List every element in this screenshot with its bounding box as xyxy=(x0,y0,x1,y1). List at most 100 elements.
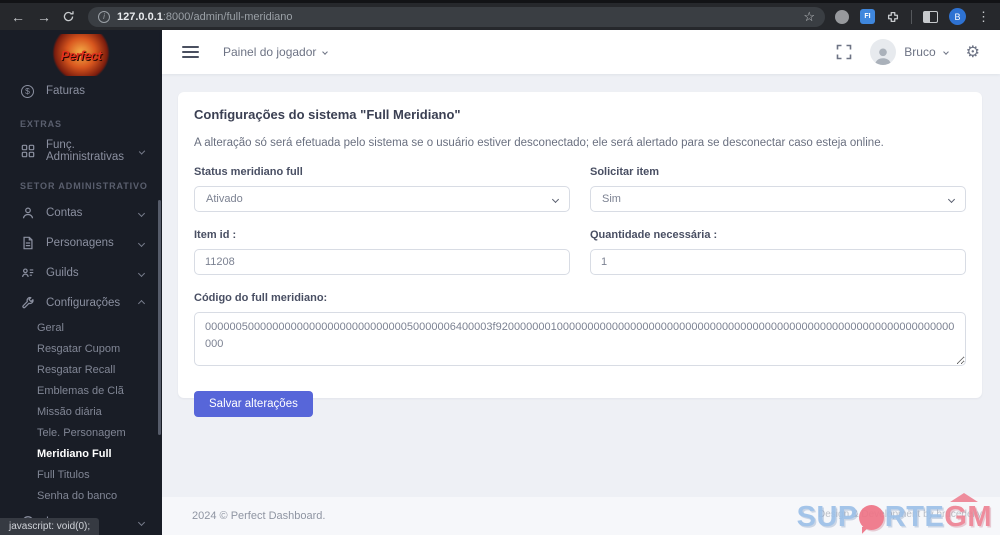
logo-text: Perfect xyxy=(60,47,102,63)
chevron-down-icon xyxy=(137,209,146,217)
item-id-input[interactable] xyxy=(194,249,570,275)
card-title: Configurações do sistema "Full Meridiano… xyxy=(194,107,461,122)
status-label: Status meridiano full xyxy=(194,166,303,178)
chevron-down-icon xyxy=(137,518,146,526)
user-menu[interactable]: Bruco xyxy=(870,39,949,65)
perfect-world-logo: Perfect xyxy=(50,34,112,76)
status-select[interactable]: Ativado xyxy=(194,186,570,212)
solicitar-selected-value: Sim xyxy=(602,193,621,205)
chevron-up-icon xyxy=(137,299,146,307)
sidebar-section-extras: EXTRAS xyxy=(20,119,62,129)
document-icon xyxy=(20,236,35,251)
url-path: :8000/admin/full-meridiano xyxy=(162,10,293,23)
sidebar-item-label: Configurações xyxy=(46,297,121,309)
browser-profile-avatar[interactable]: B xyxy=(949,8,966,25)
watermark-gm-text: GM xyxy=(944,501,992,533)
card-description: A alteração só será efetuada pelo sistem… xyxy=(194,137,884,149)
copyright-text: 2024 © Perfect Dashboard. xyxy=(192,510,326,522)
sidebar-scrollbar[interactable] xyxy=(158,200,161,435)
username-label: Bruco xyxy=(904,45,936,59)
codigo-textarea[interactable]: 0000005000000000000000000000000005000000… xyxy=(194,312,966,366)
sidebar-item-label: Funç. Administrativas xyxy=(46,139,124,163)
item-id-label: Item id : xyxy=(194,229,237,241)
wrench-icon xyxy=(20,296,35,311)
sidebar: Perfect Faturas EXTRAS Funç. Administrat… xyxy=(0,30,162,535)
quantidade-field-group: Quantidade necessária : xyxy=(590,229,966,292)
sidebar-item-configuracoes[interactable]: Configurações xyxy=(0,288,162,318)
browser-status-tooltip: javascript: void(0); xyxy=(0,518,100,535)
sidebar-item-label: Contas xyxy=(46,207,83,219)
toolbar-separator xyxy=(911,9,912,24)
sidebar-item-faturas[interactable]: Faturas xyxy=(0,78,162,104)
full-meridiano-settings-card: Configurações do sistema "Full Meridiano… xyxy=(178,92,982,417)
status-field-group: Status meridiano full Ativado xyxy=(194,166,570,229)
sidebar-item-label: Faturas xyxy=(46,85,85,97)
grid-icon xyxy=(20,144,35,159)
status-selected-value: Ativado xyxy=(206,193,243,205)
menu-toggle-button[interactable] xyxy=(182,46,199,58)
extension-fi-icon[interactable]: FI xyxy=(860,9,875,24)
sidebar-item-label: Personagens xyxy=(46,237,114,249)
quantidade-input[interactable] xyxy=(590,249,966,275)
sidebar-subitem-senha-do-banco[interactable]: Senha do banco xyxy=(0,486,162,507)
sidebar-item-personagens[interactable]: Personagens xyxy=(0,228,162,258)
sidebar-item-func-administrativas[interactable]: Funç. Administrativas xyxy=(0,136,162,166)
browser-reload-button[interactable] xyxy=(62,10,78,23)
sidebar-subitem-geral[interactable]: Geral xyxy=(0,318,162,339)
watermark-gm: GM xyxy=(944,493,992,534)
sidebar-subitem-resgatar-cupom[interactable]: Resgatar Cupom xyxy=(0,339,162,360)
address-bar[interactable]: 127.0.0.1:8000/admin/full-meridiano xyxy=(88,6,825,27)
solicitar-label: Solicitar item xyxy=(590,166,660,178)
side-panel-icon[interactable] xyxy=(923,10,938,23)
settings-gear-icon[interactable] xyxy=(966,42,980,62)
solicitar-select[interactable]: Sim xyxy=(590,186,966,212)
sidebar-subitem-missao-diaria[interactable]: Missão diária xyxy=(0,402,162,423)
sidebar-item-contas[interactable]: Contas xyxy=(0,198,162,228)
watermark-rte: RTE xyxy=(884,501,945,533)
painel-do-jogador-dropdown[interactable]: Painel do jogador xyxy=(223,45,329,59)
chevron-down-icon xyxy=(947,195,956,203)
sidebar-item-label: Guilds xyxy=(46,267,79,279)
user-avatar xyxy=(870,39,897,65)
browser-back-button[interactable] xyxy=(10,10,26,24)
chevron-down-icon xyxy=(551,195,560,203)
codigo-label: Código do full meridiano: xyxy=(194,292,328,304)
browser-forward-button[interactable] xyxy=(36,10,52,24)
extension-globe-icon[interactable] xyxy=(835,9,849,24)
top-header: Painel do jogador Bruco xyxy=(162,30,1000,74)
sidebar-subitem-meridiano-full[interactable]: Meridiano Full xyxy=(0,444,162,465)
extensions-puzzle-icon[interactable] xyxy=(886,10,900,24)
chevron-down-icon xyxy=(138,147,146,155)
chevron-down-icon xyxy=(942,49,949,55)
topbar-actions: Bruco xyxy=(836,39,980,65)
fullscreen-button[interactable] xyxy=(836,44,852,60)
sidebar-subitem-resgatar-recall[interactable]: Resgatar Recall xyxy=(0,360,162,381)
browser-toolbar: 127.0.0.1:8000/admin/full-meridiano FI B xyxy=(0,0,1000,30)
sidebar-item-guilds[interactable]: Guilds xyxy=(0,258,162,288)
solicitar-field-group: Solicitar item Sim xyxy=(590,166,966,229)
bookmark-star-icon[interactable] xyxy=(803,9,815,25)
sidebar-section-setor-administrativo: SETOR ADMINISTRATIVO xyxy=(20,181,148,191)
watermark-sup: SUP xyxy=(796,501,858,533)
sidebar-subitem-full-titulos[interactable]: Full Titulos xyxy=(0,465,162,486)
guild-badge-icon xyxy=(20,266,35,281)
url-host: 127.0.0.1 xyxy=(117,10,163,23)
reload-icon xyxy=(63,11,74,22)
save-button[interactable]: Salvar alterações xyxy=(194,391,313,417)
watermark-roof-icon xyxy=(950,493,979,502)
chevron-down-icon xyxy=(137,239,146,247)
browser-actions: FI B xyxy=(835,8,990,25)
user-icon xyxy=(20,206,35,221)
painel-dropdown-label: Painel do jogador xyxy=(223,45,317,59)
quantidade-label: Quantidade necessária : xyxy=(590,229,718,241)
chevron-down-icon xyxy=(322,49,329,55)
sidebar-subitem-tele-personagem[interactable]: Tele. Personagem xyxy=(0,423,162,444)
suportegm-watermark: SUP RTE GM xyxy=(796,493,992,534)
chevron-down-icon xyxy=(137,269,146,277)
site-info-icon[interactable] xyxy=(98,10,110,23)
item-id-field-group: Item id : xyxy=(194,229,570,292)
sidebar-subitem-emblemas-de-cla[interactable]: Emblemas de Clã xyxy=(0,381,162,402)
watermark-o-bubble-icon xyxy=(858,505,884,530)
dollar-circle-icon xyxy=(20,84,35,99)
browser-menu-kebab-icon[interactable] xyxy=(977,9,990,25)
